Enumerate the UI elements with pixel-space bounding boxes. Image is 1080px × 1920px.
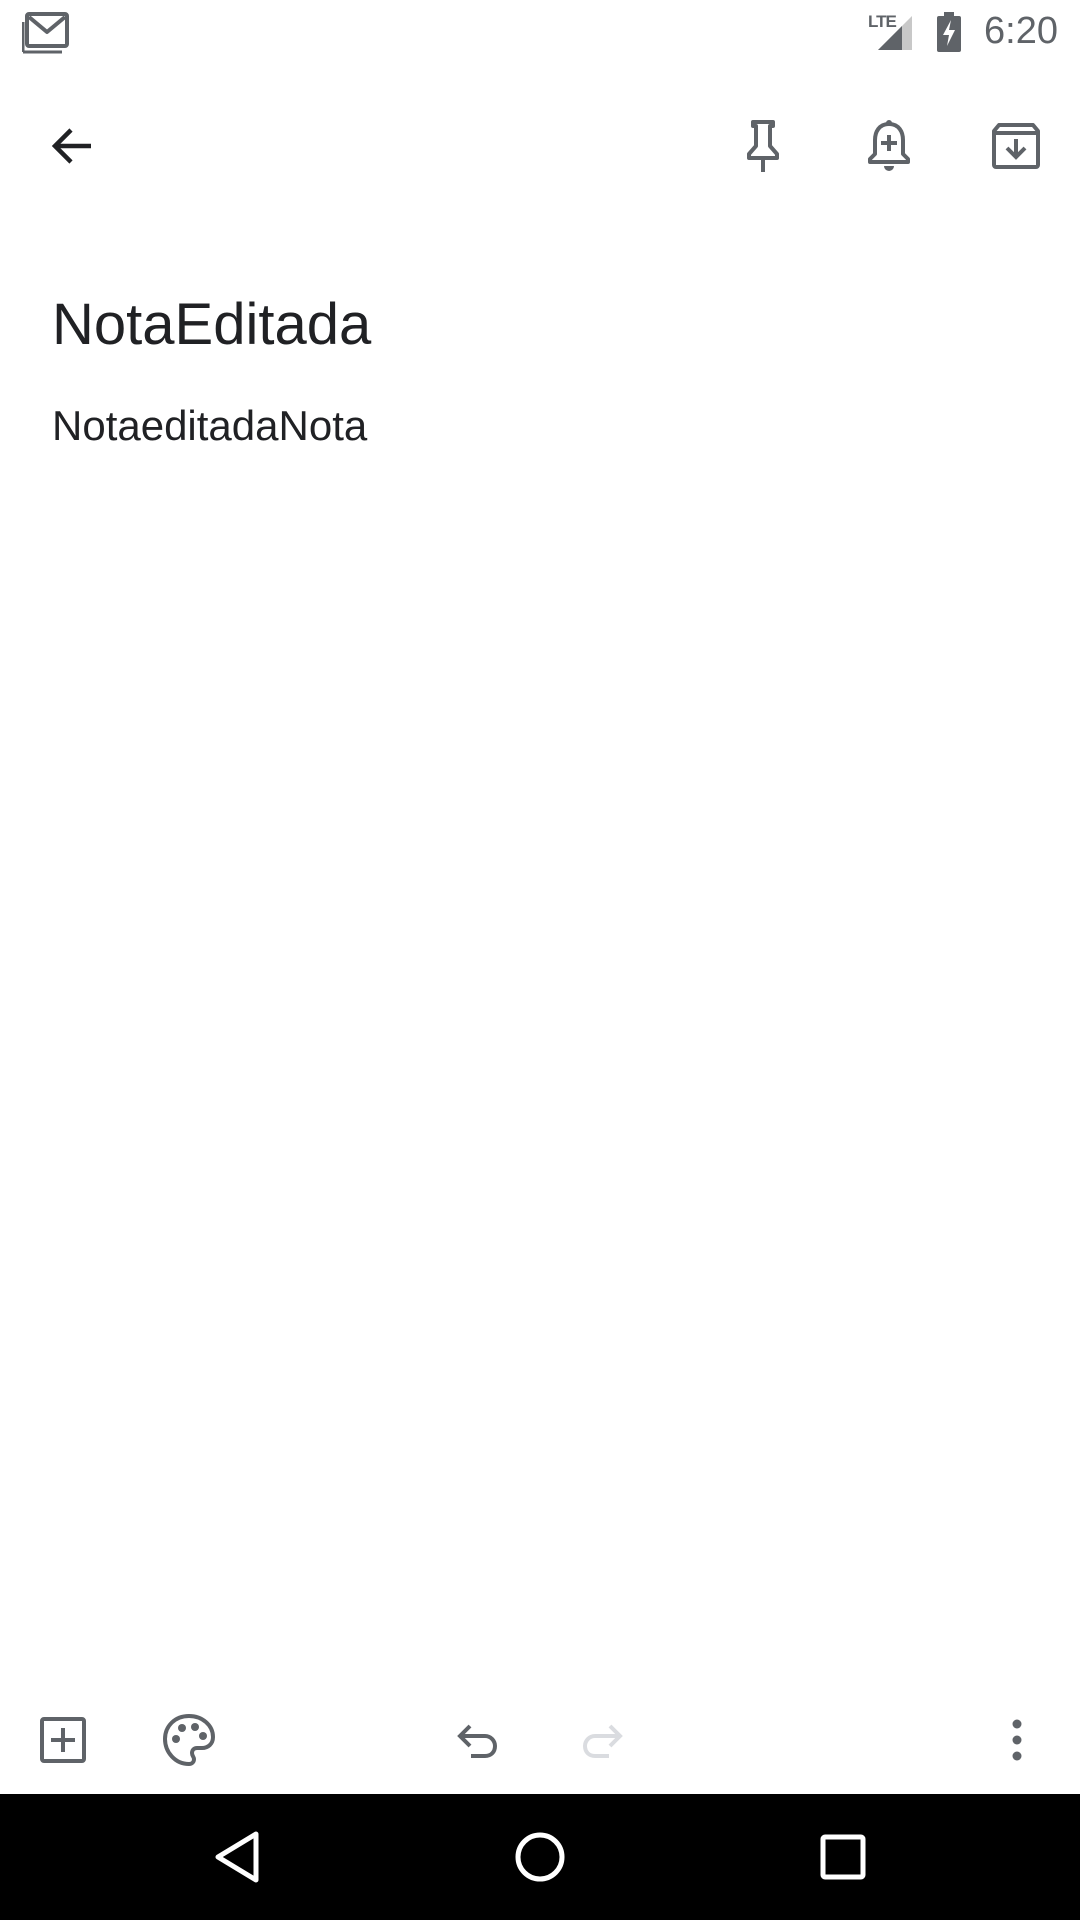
back-arrow-icon — [51, 128, 91, 164]
nav-home-button[interactable] — [495, 1812, 585, 1902]
nav-back-button[interactable] — [192, 1812, 282, 1902]
palette-icon — [163, 1714, 215, 1766]
redo-button[interactable] — [558, 1695, 648, 1785]
archive-icon — [992, 123, 1040, 169]
color-palette-button[interactable] — [144, 1695, 234, 1785]
note-bottom-toolbar — [0, 1686, 1080, 1794]
nav-recents-button[interactable] — [798, 1812, 888, 1902]
note-top-toolbar — [0, 90, 1080, 202]
undo-button[interactable] — [432, 1695, 522, 1785]
status-bar: LTE 6:20 — [0, 0, 1080, 63]
redo-icon — [582, 1724, 623, 1758]
gmail-icon — [22, 12, 69, 54]
note-body-field[interactable]: NotaeditadaNota — [52, 400, 367, 452]
add-content-button[interactable] — [18, 1695, 108, 1785]
add-reminder-button[interactable] — [844, 101, 934, 191]
note-editor-screen: LTE 6:20 NotaEditada NotaeditadaNota — [0, 0, 1080, 1920]
note-title-field[interactable]: NotaEditada — [52, 290, 371, 360]
nav-home-icon — [515, 1832, 565, 1882]
pin-button[interactable] — [718, 101, 808, 191]
lte-signal-icon: LTE — [868, 12, 914, 52]
status-right-group: LTE 6:20 — [868, 0, 1058, 63]
back-button[interactable] — [28, 101, 118, 191]
status-time: 6:20 — [984, 10, 1058, 52]
nav-back-icon — [215, 1831, 259, 1883]
battery-charging-icon — [937, 11, 962, 52]
add-box-icon — [40, 1717, 86, 1763]
pin-icon — [747, 120, 779, 172]
add-reminder-icon — [868, 120, 910, 171]
system-navigation-bar — [0, 1794, 1080, 1920]
more-options-button[interactable] — [972, 1695, 1062, 1785]
nav-recents-icon — [820, 1834, 866, 1880]
archive-button[interactable] — [971, 101, 1061, 191]
undo-icon — [457, 1724, 498, 1758]
more-vert-icon — [1012, 1719, 1022, 1761]
